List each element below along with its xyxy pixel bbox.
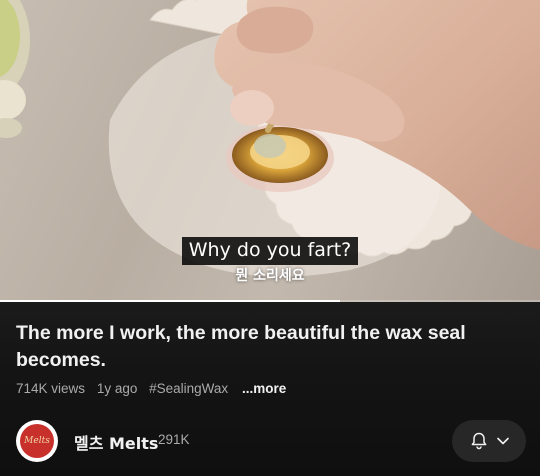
video-player[interactable]: Why do you fart? 뭔 소리세요 bbox=[0, 0, 540, 302]
view-count: 714K views bbox=[16, 381, 86, 396]
subscriber-count: 291K bbox=[158, 432, 190, 447]
channel-name[interactable]: 멜츠 Melts bbox=[74, 430, 158, 454]
caption-text-ko: 뭔 소리세요 bbox=[235, 268, 305, 284]
video-meta[interactable]: 714K views 1y ago #SealingWax ...more bbox=[16, 381, 294, 396]
notification-button[interactable] bbox=[452, 420, 526, 462]
channel-row: Melts 멜츠 Melts 291K bbox=[16, 420, 526, 464]
caption-line-1: Why do you fart? bbox=[0, 237, 540, 265]
chevron-down-icon bbox=[497, 437, 509, 445]
upload-age: 1y ago bbox=[96, 381, 138, 396]
video-title[interactable]: The more I work, the more beautiful the … bbox=[16, 320, 521, 374]
caption-text-en: Why do you fart? bbox=[181, 237, 359, 265]
caption-line-2: 뭔 소리세요 bbox=[0, 267, 540, 285]
more-link[interactable]: ...more bbox=[242, 381, 286, 396]
video-details: The more I work, the more beautiful the … bbox=[0, 302, 540, 476]
avatar-logo: Melts bbox=[20, 424, 54, 458]
channel-avatar[interactable]: Melts bbox=[16, 420, 58, 462]
hashtag-link[interactable]: #SealingWax bbox=[149, 381, 228, 396]
bell-icon bbox=[471, 432, 487, 450]
